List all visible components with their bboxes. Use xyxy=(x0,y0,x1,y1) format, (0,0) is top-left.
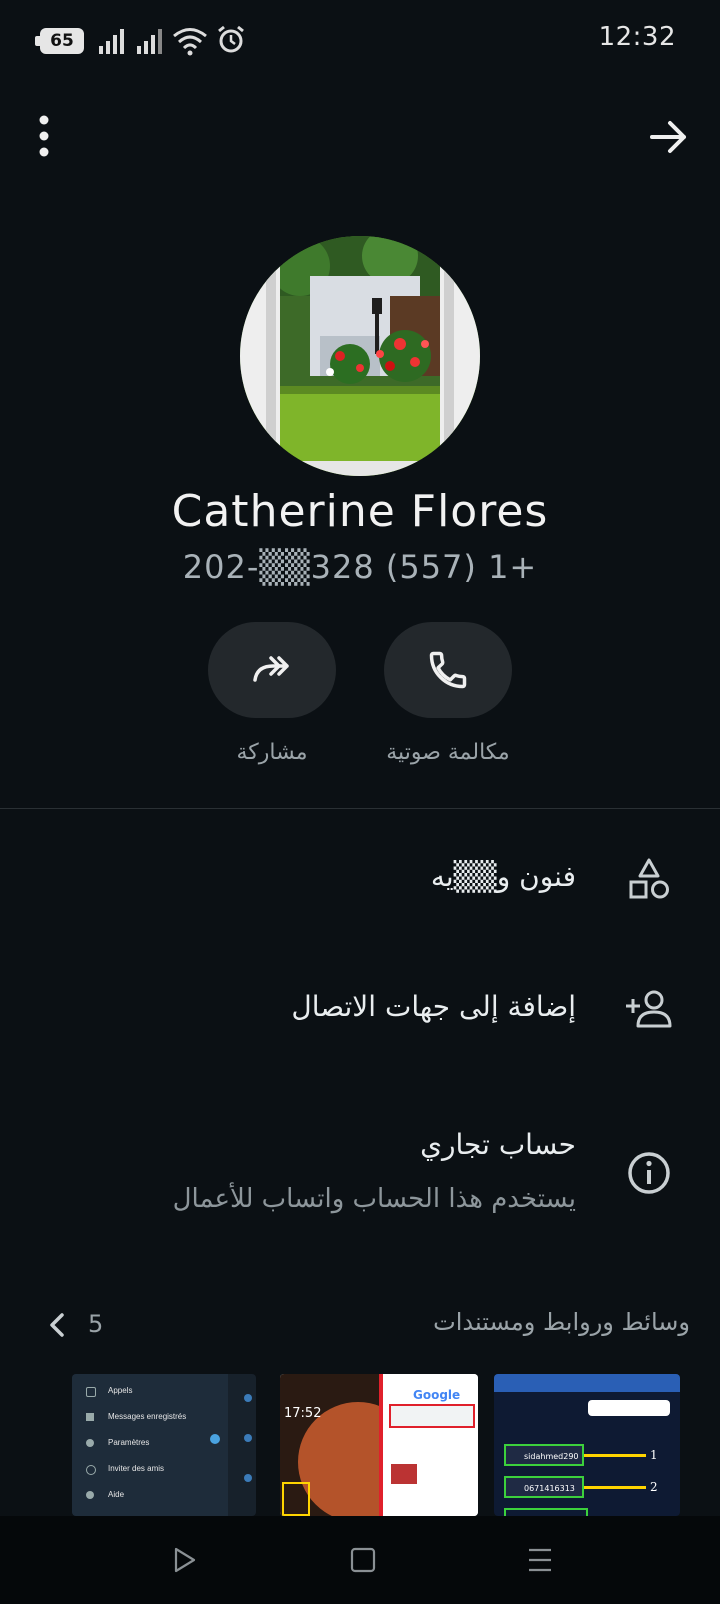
marker: 1 xyxy=(650,1448,658,1462)
marker: 2 xyxy=(650,1480,658,1494)
next-field xyxy=(504,1508,588,1516)
media-thumbnail-3[interactable]: sidahmed290 0671416313 1 2 xyxy=(494,1374,680,1516)
shapes-icon xyxy=(629,858,669,899)
share-button[interactable] xyxy=(208,622,336,718)
chevron-left-icon[interactable] xyxy=(44,1310,72,1340)
menu-icon[interactable] xyxy=(526,1546,554,1574)
arrow-pointer xyxy=(584,1486,646,1489)
phone-icon xyxy=(429,651,467,689)
bookmark-icon xyxy=(86,1413,94,1421)
tab-active xyxy=(588,1400,670,1416)
gear-icon xyxy=(86,1439,94,1447)
battery-level: 65 xyxy=(50,31,74,51)
menu-item: Aide xyxy=(108,1490,125,1499)
status-time: 12:32 xyxy=(598,22,676,52)
menu-item: Messages enregistrés xyxy=(108,1412,187,1421)
recent-apps-icon[interactable] xyxy=(172,1546,198,1574)
profile-photo[interactable] xyxy=(240,236,480,476)
menu-item: Paramètres xyxy=(108,1438,150,1447)
phone-field: 0671416313 xyxy=(504,1476,584,1498)
add-user-icon xyxy=(86,1465,96,1475)
voice-call-button[interactable] xyxy=(384,622,512,718)
navigation-bar xyxy=(0,1516,720,1604)
home-clock: 17:52 xyxy=(284,1406,322,1421)
signal-icon xyxy=(99,29,124,54)
divider xyxy=(0,808,720,809)
signal-icon xyxy=(137,29,162,54)
menu-item: Inviter des amis xyxy=(108,1464,165,1473)
contact-phone: 202-▒▒328 (557) 1+ xyxy=(182,548,538,586)
garden-window-image xyxy=(240,236,480,476)
badge xyxy=(210,1434,220,1444)
voice-call-label: مكالمة صوتية xyxy=(386,740,510,765)
more-vertical-icon[interactable] xyxy=(24,110,64,162)
status-bar: 65 12:32 xyxy=(0,0,720,84)
url-bar-highlight xyxy=(389,1404,475,1428)
battery-icon: 65 xyxy=(35,28,84,54)
share-icon xyxy=(253,656,289,682)
media-count[interactable]: 5 xyxy=(88,1310,103,1338)
site-header xyxy=(494,1374,680,1392)
arrow-right-icon[interactable] xyxy=(644,112,694,162)
media-section-title: وسائط وروابط ومستندات xyxy=(433,1308,690,1336)
wifi-icon xyxy=(173,28,207,56)
phone-home-screen: 17:52 xyxy=(280,1374,418,1516)
menu-items: Appels Messages enregistrés Paramètres I… xyxy=(108,1378,186,1508)
google-logo: Google xyxy=(413,1388,461,1402)
contact-name: Catherine Flores xyxy=(171,486,549,537)
unread-dot xyxy=(244,1394,252,1402)
business-account-title: حساب تجاري xyxy=(420,1128,576,1161)
unread-dot xyxy=(244,1434,252,1442)
media-thumbnail-2[interactable]: 17:52 Google xyxy=(280,1374,478,1516)
news-image xyxy=(391,1464,417,1484)
list-item-category[interactable] xyxy=(0,830,720,930)
category-label: فنون و▒▒يه xyxy=(430,860,576,893)
business-account-subtitle: يستخدم هذا الحساب واتساب للأعمال xyxy=(172,1184,576,1214)
unread-dot xyxy=(244,1474,252,1482)
add-contact-icon xyxy=(626,990,672,1028)
chrome-highlight xyxy=(282,1482,310,1516)
alarm-icon xyxy=(218,25,244,53)
phone-icon xyxy=(86,1387,96,1397)
menu-item: Appels xyxy=(108,1386,133,1395)
help-icon xyxy=(86,1491,94,1499)
home-icon[interactable] xyxy=(350,1546,376,1574)
media-thumbnail-1[interactable]: Appels Messages enregistrés Paramètres I… xyxy=(72,1374,256,1516)
share-label: مشاركة xyxy=(236,740,308,765)
google-page: Google xyxy=(383,1374,478,1516)
add-contact-label: إضافة إلى جهات الاتصال xyxy=(291,990,576,1023)
username-field: sidahmed290 xyxy=(504,1444,584,1466)
arrow-pointer xyxy=(584,1454,646,1457)
info-icon xyxy=(628,1152,670,1194)
